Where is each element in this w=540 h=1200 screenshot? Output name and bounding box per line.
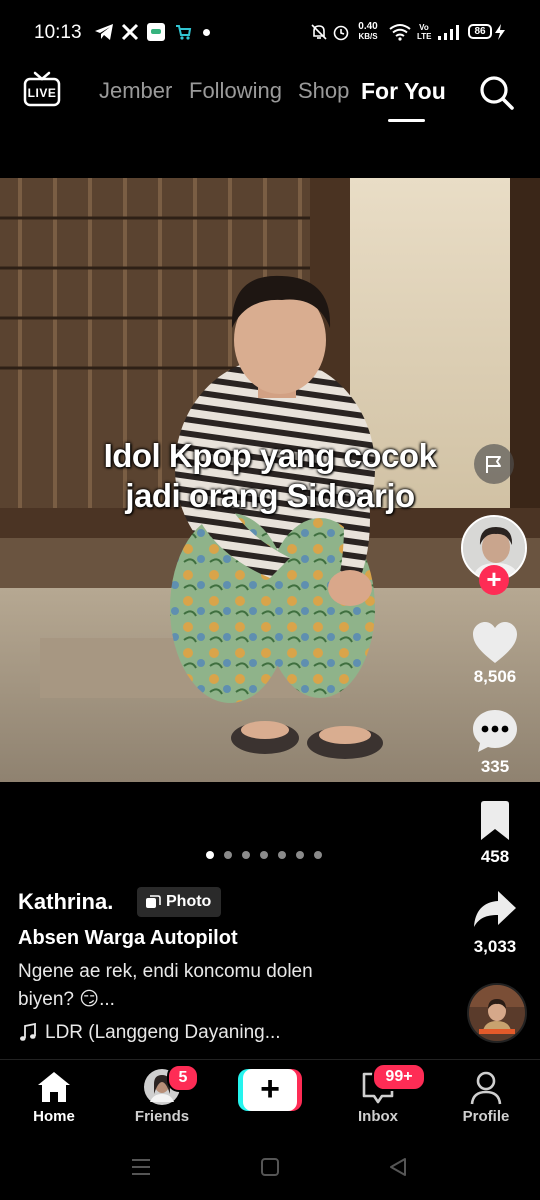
status-bar: 10:13 0.40 KB/S Vo LTE 86 <box>0 0 540 64</box>
signal-icon <box>437 22 461 42</box>
comment-icon <box>473 710 517 752</box>
home-icon <box>38 1072 70 1102</box>
photo-caption: Idol Kpop yang cocok jadi orang Sidoarjo <box>0 436 540 516</box>
search-icon <box>480 76 514 110</box>
post-title: Absen Warga Autopilot <box>18 927 238 949</box>
back-button[interactable] <box>388 1157 408 1177</box>
like-button[interactable] <box>470 620 520 666</box>
home-system-button[interactable] <box>260 1157 280 1177</box>
volte-top: Vo <box>419 23 429 32</box>
telegram-icon <box>94 22 114 42</box>
active-tab-indicator <box>388 119 425 122</box>
mute-icon <box>310 22 328 42</box>
comment-button[interactable] <box>470 708 520 754</box>
share-icon <box>474 891 516 927</box>
app-icon <box>147 23 165 41</box>
carousel-dot <box>242 851 250 859</box>
carousel-indicator <box>206 851 322 859</box>
carousel-dot <box>206 851 214 859</box>
system-nav-bar <box>0 1134 540 1200</box>
music-disc[interactable] <box>467 983 527 1043</box>
status-time: 10:13 <box>34 22 82 43</box>
post-description-line-1[interactable]: Ngene ae rek, endi koncomu dolen <box>18 961 313 983</box>
photo-badge-label: Photo <box>166 893 212 910</box>
like-count: 8,506 <box>473 667 517 686</box>
battery-icon: 86 <box>468 24 492 39</box>
bookmark-icon <box>481 801 509 840</box>
alarm-icon <box>332 22 350 42</box>
volte-indicator: Vo LTE <box>417 23 432 41</box>
plus-icon: + <box>260 1070 280 1108</box>
nav-friends-label: Friends <box>134 1108 190 1125</box>
speed-unit: KB/S <box>358 32 378 41</box>
inbox-notification-badge: 99+ <box>372 1063 426 1091</box>
carousel-dot <box>224 851 232 859</box>
live-button[interactable]: LIVE <box>22 70 62 110</box>
photo-stack-icon <box>146 895 161 908</box>
carousel-dot <box>260 851 268 859</box>
music-link[interactable]: LDR (Langgeng Dayaning... <box>18 1022 281 1044</box>
create-button[interactable]: + <box>238 1069 302 1111</box>
nav-profile-label: Profile <box>462 1108 510 1125</box>
follow-button[interactable]: + <box>479 565 509 595</box>
profile-icon <box>470 1071 502 1105</box>
store-icon <box>174 22 192 42</box>
tab-for-you[interactable]: For You <box>361 78 446 105</box>
nav-home-label: Home <box>33 1108 75 1125</box>
music-note-icon <box>20 1023 36 1041</box>
bookmark-count: 458 <box>480 847 510 866</box>
share-button[interactable] <box>470 886 520 932</box>
wifi-icon <box>388 22 412 42</box>
search-button[interactable] <box>478 74 516 112</box>
tab-following[interactable]: Following <box>189 78 282 104</box>
flag-icon <box>486 456 501 473</box>
live-label: LIVE <box>27 86 57 100</box>
notification-dot <box>203 29 210 36</box>
music-title: LDR (Langgeng Dayaning... <box>45 1022 281 1043</box>
tab-jember[interactable]: Jember <box>99 78 172 104</box>
music-cover-image <box>469 985 525 1041</box>
nav-inbox-label: Inbox <box>358 1108 398 1125</box>
username[interactable]: Kathrina. <box>18 889 113 915</box>
report-button[interactable] <box>474 444 514 484</box>
bookmark-button[interactable] <box>470 798 520 844</box>
volte-bottom: LTE <box>417 32 432 41</box>
friends-notification-badge: 5 <box>167 1064 199 1092</box>
carousel-dot <box>314 851 322 859</box>
photo-caption-line-1: Idol Kpop yang cocok <box>103 437 437 474</box>
photo-caption-line-2: jadi orang Sidoarjo <box>125 477 415 514</box>
post-description-line-2[interactable]: biyen? 😏... <box>18 988 115 1011</box>
network-speed: 0.40 KB/S <box>355 22 381 42</box>
carousel-dot <box>296 851 304 859</box>
share-count: 3,033 <box>473 937 517 956</box>
heart-icon <box>473 622 517 663</box>
carousel-dot <box>278 851 286 859</box>
tab-shop[interactable]: Shop <box>298 78 349 104</box>
photo-badge: Photo <box>137 887 222 917</box>
comment-count: 335 <box>480 757 510 776</box>
x-icon <box>120 22 140 42</box>
speed-value: 0.40 <box>358 21 378 32</box>
recents-button[interactable] <box>130 1157 152 1177</box>
charging-icon <box>494 22 506 42</box>
